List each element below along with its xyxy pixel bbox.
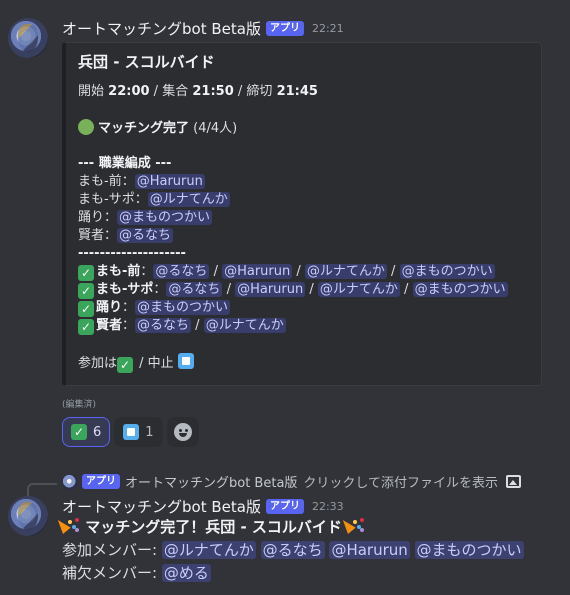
separator: -------------------- <box>78 246 186 261</box>
image-icon <box>506 475 522 488</box>
embed-title: 兵団 - スコルバイド <box>78 53 215 71</box>
reply-connector <box>27 483 57 497</box>
member-mention[interactable]: @るなち <box>117 228 174 243</box>
reply-preview[interactable]: クリックして添付ファイルを表示 <box>303 472 498 491</box>
message-header: オートマッチングbot Beta版 アプリ 22:33 <box>62 496 344 517</box>
participants-line: 参加メンバー: @ルナてんか @るなち @Harurun @まものつかい <box>62 539 524 561</box>
status-line: マッチング完了 (4/4人) <box>78 119 237 138</box>
username[interactable]: オートマッチングbot Beta版 <box>62 496 261 517</box>
participants-label: 参加メンバー: <box>62 541 158 559</box>
composition-header: --- 職業編成 --- <box>78 156 172 171</box>
member-mention[interactable]: @ルナてんか <box>161 541 256 559</box>
member-mention[interactable]: @ルナてんか <box>317 282 400 297</box>
reply-avatar <box>62 474 78 490</box>
candidate-role: まも-サポ <box>96 282 154 297</box>
member-mention[interactable]: @ルナてんか <box>203 318 286 333</box>
member-mention[interactable]: @ルナてんか <box>304 264 387 279</box>
reaction-count: 6 <box>93 424 102 440</box>
party-popper-icon <box>347 517 365 535</box>
member-mention[interactable]: @るなち <box>166 282 223 297</box>
join-instruction: 参加は ✓ / 中止 <box>78 353 194 373</box>
member-mention[interactable]: @まものつかい <box>117 210 213 225</box>
timestamp[interactable]: 22:21 <box>312 22 344 35</box>
candidate-line: ✓ まも-サポ： @るなち / @Harurun / @ルナてんか / @まものつか… <box>78 281 508 299</box>
reserves-line: 補欠メンバー: @める <box>62 562 211 584</box>
role-label: 踊り： <box>78 210 118 225</box>
role-line: 踊り： @まものつかい <box>78 209 213 227</box>
bot-avatar[interactable] <box>8 496 48 536</box>
reaction-check[interactable]: ✓ 6 <box>62 417 111 447</box>
message-header: オートマッチングbot Beta版 アプリ 22:21 <box>62 18 344 39</box>
candidate-role: 賢者 <box>96 318 123 333</box>
start-time: 22:00 <box>108 84 150 99</box>
white-square-icon <box>123 424 140 440</box>
check-mark-icon: ✓ <box>71 424 87 440</box>
member-mention[interactable]: @まものつかい <box>414 541 524 559</box>
join-label: 参加は <box>78 356 118 371</box>
timestamp[interactable]: 22:33 <box>312 500 344 513</box>
check-mark-icon: ✓ <box>78 265 94 281</box>
app-badge: アプリ <box>82 474 120 489</box>
member-mention[interactable]: @Harurun <box>235 282 306 297</box>
reply-context[interactable]: アプリ オートマッチングbot Beta版 クリックして添付ファイルを表示 <box>62 472 522 491</box>
app-badge: アプリ <box>265 21 304 36</box>
status-text: マッチング完了 <box>98 121 190 136</box>
reserve-label: 補欠メンバー: <box>62 564 158 582</box>
candidate-line: ✓ まも-前： @るなち / @Harurun / @ルナてんか / @まものつかい <box>78 263 495 281</box>
candidate-line: ✓ 踊り： @まものつかい <box>78 299 231 317</box>
username[interactable]: オートマッチングbot Beta版 <box>62 18 261 39</box>
white-square-icon <box>177 353 194 369</box>
reaction-count: 1 <box>145 424 154 440</box>
member-mention[interactable]: @まものつかい <box>135 300 231 315</box>
cancel-label: / 中止 <box>139 356 174 371</box>
headline: マッチング完了！兵団 - スコルバイド <box>62 516 365 538</box>
party-popper-icon <box>62 517 80 535</box>
member-mention[interactable]: @Harurun <box>134 174 205 189</box>
reaction-square[interactable]: 1 <box>114 417 163 447</box>
deadline-time: 21:45 <box>276 84 318 99</box>
gather-label: 集合 <box>162 84 189 99</box>
member-mention[interactable]: @るなち <box>260 541 325 559</box>
bot-avatar[interactable] <box>8 18 48 58</box>
role-line: 賢者： @るなち <box>78 227 174 245</box>
check-mark-icon: ✓ <box>78 283 94 299</box>
role-line: まも-前： @Harurun <box>78 173 205 191</box>
role-label: まも-前： <box>78 174 135 189</box>
role-label: 賢者： <box>78 228 118 243</box>
gather-time: 21:50 <box>192 84 234 99</box>
member-mention[interactable]: @ルナてんか <box>147 192 230 207</box>
member-mention[interactable]: @るなち <box>135 318 192 333</box>
member-mention[interactable]: @Harurun <box>222 264 293 279</box>
member-mention[interactable]: @まものつかい <box>399 264 495 279</box>
check-mark-icon: ✓ <box>78 301 94 317</box>
match-embed: 兵団 - スコルバイド 開始 22:00 / 集合 21:50 / 締切 21:… <box>62 42 542 386</box>
app-badge: アプリ <box>265 499 304 514</box>
role-label: まも-サポ： <box>78 192 148 207</box>
candidate-role: まも-前 <box>96 264 141 279</box>
member-mention[interactable]: @Harurun <box>329 541 410 559</box>
member-mention[interactable]: @める <box>161 564 211 582</box>
reaction-bar: ✓ 6 1 <box>62 417 199 447</box>
headline-text: マッチング完了！兵団 - スコルバイド <box>85 518 342 536</box>
member-mention[interactable]: @るなち <box>153 264 210 279</box>
check-mark-icon: ✓ <box>78 319 94 335</box>
start-label: 開始 <box>78 84 105 99</box>
reply-username[interactable]: オートマッチングbot Beta版 <box>125 472 297 491</box>
check-mark-icon: ✓ <box>117 357 134 373</box>
role-line: まも-サポ： @ルナてんか <box>78 191 230 209</box>
status-count: (4/4人) <box>193 121 238 136</box>
candidate-role: 踊り <box>96 300 123 315</box>
member-mention[interactable]: @まものつかい <box>412 282 508 297</box>
green-circle-icon <box>78 119 94 135</box>
add-reaction-button[interactable] <box>166 417 199 447</box>
deadline-label: 締切 <box>246 84 273 99</box>
schedule-line: 開始 22:00 / 集合 21:50 / 締切 21:45 <box>78 84 318 99</box>
candidate-line: ✓ 賢者： @るなち / @ルナてんか <box>78 317 286 335</box>
edited-label: (編集済) <box>62 400 97 410</box>
smile-icon <box>173 423 192 441</box>
